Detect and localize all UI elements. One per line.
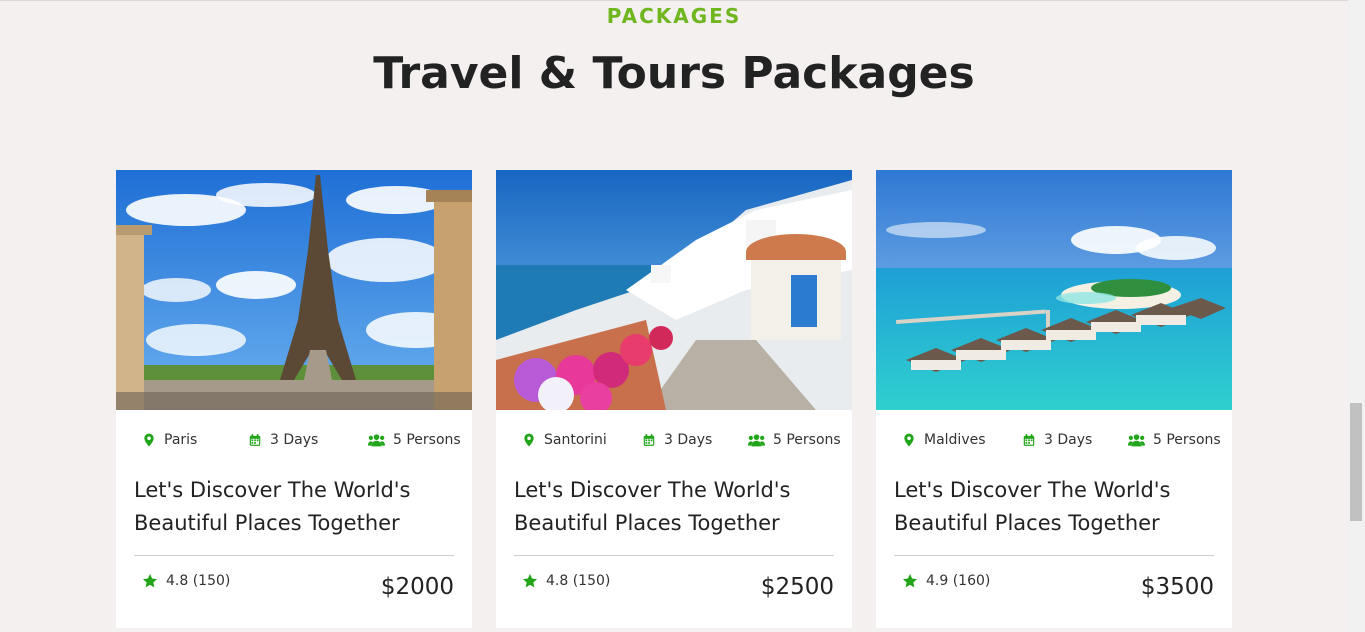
package-title[interactable]: Let's Discover The World's Beautiful Pla… — [134, 474, 454, 540]
persons-info: 5 Persons — [368, 432, 461, 448]
persons-label: 5 Persons — [393, 432, 461, 448]
users-icon — [368, 434, 385, 447]
title-line-1: Let's Discover The World's — [514, 478, 791, 502]
calendar-icon — [1023, 434, 1035, 446]
package-card-paris[interactable]: Paris 3 Days 5 Persons Let's Discover Th… — [116, 170, 472, 628]
duration-info: 3 Days — [248, 432, 318, 448]
duration-info: 3 Days — [642, 432, 712, 448]
rating: 4.8 (150) — [522, 573, 610, 589]
rating-value: 4.9 (160) — [926, 573, 991, 589]
package-title[interactable]: Let's Discover The World's Beautiful Pla… — [514, 474, 834, 540]
location-info: Maldives — [902, 432, 986, 448]
persons-info: 5 Persons — [1128, 432, 1221, 448]
duration-info: 3 Days — [1022, 432, 1092, 448]
santorini-photo[interactable] — [496, 170, 852, 410]
calendar-icon — [249, 434, 261, 446]
rating: 4.9 (160) — [902, 573, 990, 589]
duration-label: 3 Days — [1044, 432, 1093, 448]
location-info: Santorini — [522, 432, 607, 448]
package-price: $3500 — [1140, 574, 1214, 600]
card-divider — [894, 555, 1214, 556]
location-label: Maldives — [924, 432, 986, 448]
duration-label: 3 Days — [664, 432, 713, 448]
title-line-1: Let's Discover The World's — [894, 478, 1171, 502]
location-info: Paris — [142, 432, 197, 448]
map-pin-icon — [524, 433, 534, 447]
rating-value: 4.8 (150) — [546, 573, 611, 589]
package-card-santorini[interactable]: Santorini 3 Days 5 Persons Let's Discove… — [496, 170, 852, 628]
paris-photo[interactable] — [116, 170, 472, 410]
persons-label: 5 Persons — [1153, 432, 1221, 448]
star-icon — [143, 574, 157, 588]
section-eyebrow: PACKAGES — [606, 4, 742, 28]
package-title[interactable]: Let's Discover The World's Beautiful Pla… — [894, 474, 1214, 540]
section-heading: Travel & Tours Packages — [373, 48, 975, 99]
users-icon — [1128, 434, 1145, 447]
title-line-2: Beautiful Places Together — [514, 511, 780, 535]
map-pin-icon — [144, 433, 154, 447]
top-divider — [0, 0, 1365, 1]
location-label: Paris — [164, 432, 198, 448]
location-label: Santorini — [544, 432, 607, 448]
card-divider — [134, 555, 454, 556]
users-icon — [748, 434, 765, 447]
star-icon — [523, 574, 537, 588]
title-line-2: Beautiful Places Together — [134, 511, 400, 535]
package-price: $2500 — [760, 574, 834, 600]
title-line-1: Let's Discover The World's — [134, 478, 411, 502]
rating: 4.8 (150) — [142, 573, 230, 589]
calendar-icon — [643, 434, 655, 446]
star-icon — [903, 574, 917, 588]
persons-info: 5 Persons — [748, 432, 841, 448]
persons-label: 5 Persons — [773, 432, 841, 448]
rating-value: 4.8 (150) — [166, 573, 231, 589]
title-line-2: Beautiful Places Together — [894, 511, 1160, 535]
map-pin-icon — [904, 433, 914, 447]
card-divider — [514, 555, 834, 556]
duration-label: 3 Days — [270, 432, 319, 448]
scrollbar-thumb[interactable] — [1350, 403, 1362, 521]
package-card-maldives[interactable]: Maldives 3 Days 5 Persons Let's Discover… — [876, 170, 1232, 628]
maldives-photo[interactable] — [876, 170, 1232, 410]
package-price: $2000 — [380, 574, 454, 600]
page-scrollbar[interactable] — [1348, 0, 1365, 632]
